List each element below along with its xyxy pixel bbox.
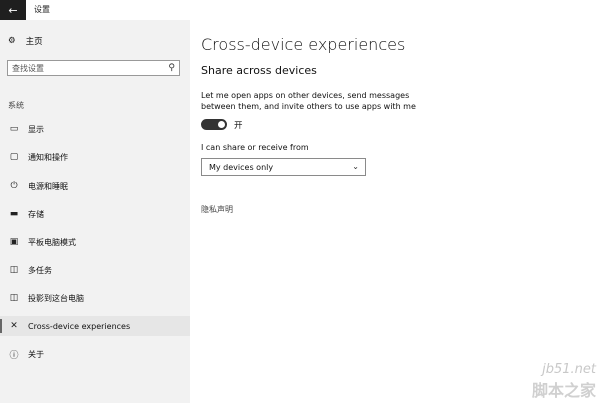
info-icon: ⓘ [9,350,19,361]
watermark-logo: jb51.net 脚本之家 [532,362,596,401]
toggle-knob [218,121,225,128]
sidebar-item-tablet-mode[interactable]: ▣ 平板电脑模式 [0,232,190,252]
sidebar-item-multitasking[interactable]: ◫ 多任务 [0,260,190,280]
storage-icon: ▬ [9,209,19,219]
sidebar: ⚙ 主页 查找设置 ⚲ 系统 ▭ 显示 ▢ 通知和操作 ⏻ 电源和睡眠 ▬ 存储… [0,20,190,403]
tablet-mode-icon: ▣ [9,237,19,247]
chevron-down-icon: ⌄ [352,162,359,171]
share-from-label: I can share or receive from [201,143,309,152]
sidebar-item-notifications[interactable]: ▢ 通知和操作 [0,147,190,167]
back-arrow-icon: ← [8,3,18,17]
power-icon: ⏻ [10,181,18,191]
multitasking-icon: ◫ [9,265,19,275]
privacy-statement-link[interactable]: 隐私声明 [201,204,233,215]
sidebar-item-power[interactable]: ⏻ 电源和睡眠 [0,176,190,196]
projecting-icon: ◫ [9,293,19,303]
sidebar-item-cross-device[interactable]: ✕ Cross-device experiences [0,316,190,336]
main-content: Cross-device experiences Share across de… [190,20,600,403]
share-toggle[interactable] [201,119,227,130]
display-icon: ▭ [9,124,19,134]
share-from-dropdown[interactable]: My devices only ⌄ [201,158,366,176]
toggle-state-label: 开 [234,121,243,131]
sidebar-item-about[interactable]: ⓘ 关于 [0,344,190,364]
sidebar-item-display[interactable]: ▭ 显示 [0,119,190,139]
search-placeholder: 查找设置 [12,64,44,73]
gear-icon: ⚙ [8,36,16,46]
section-title: Share across devices [201,64,317,77]
sidebar-item-home[interactable]: ⚙ 主页 [8,34,43,48]
search-input[interactable]: 查找设置 ⚲ [7,60,180,76]
watermark-line2: 脚本之家 [531,381,596,400]
watermark-line1: jb51.net [542,362,596,377]
window-title: 设置 [34,5,50,14]
section-label: 系统 [8,101,24,110]
home-label: 主页 [25,37,43,47]
back-button[interactable]: ← [0,0,26,20]
sidebar-item-projecting[interactable]: ◫ 投影到这台电脑 [0,288,190,308]
cross-device-icon: ✕ [10,321,18,331]
sidebar-item-storage[interactable]: ▬ 存储 [0,204,190,224]
notifications-icon: ▢ [9,152,19,162]
page-title: Cross-device experiences [201,35,406,54]
title-bar: ← 设置 [0,0,600,20]
search-icon[interactable]: ⚲ [168,63,175,73]
setting-description: Let me open apps on other devices, send … [201,91,416,111]
dropdown-selected-value: My devices only [209,163,274,172]
